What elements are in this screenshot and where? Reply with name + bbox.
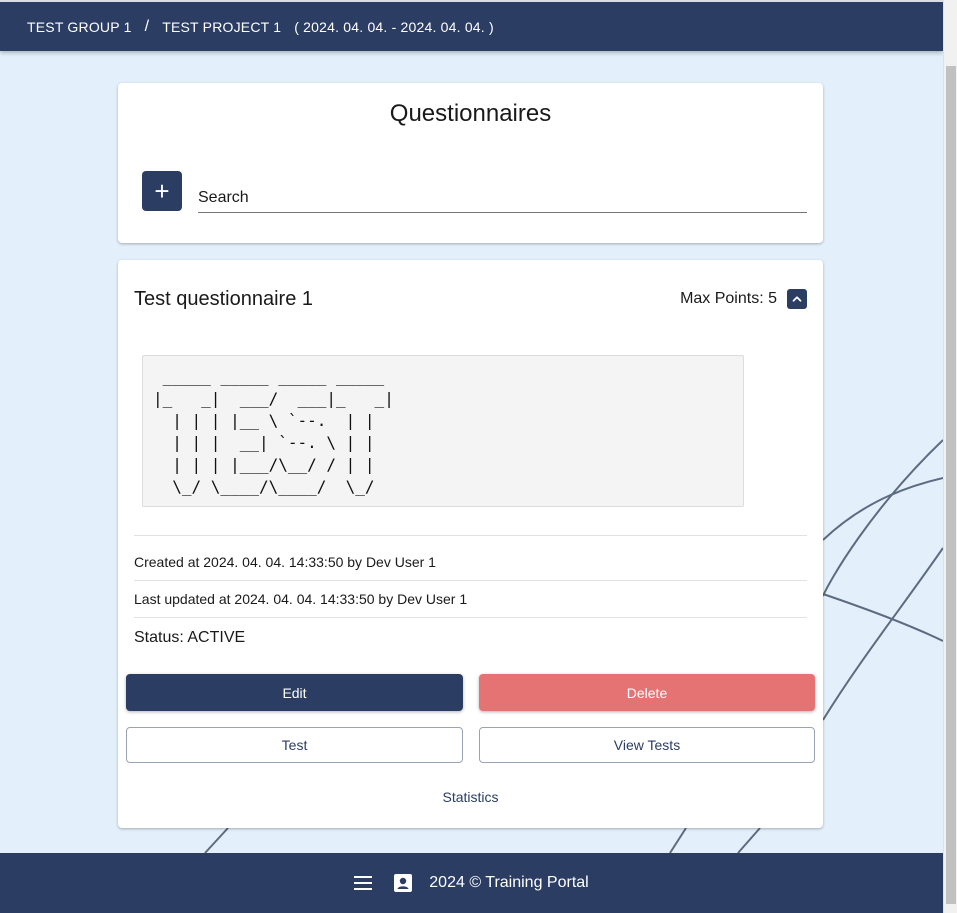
- page-scrollbar[interactable]: [943, 0, 957, 913]
- questionnaire-card: Test questionnaire 1 Max Points: 5 _____…: [118, 260, 823, 828]
- add-questionnaire-button[interactable]: +: [142, 171, 182, 211]
- divider: [134, 580, 807, 581]
- questionnaires-search-card: Questionnaires +: [118, 83, 823, 243]
- collapse-button[interactable]: [787, 289, 807, 309]
- menu-icon[interactable]: [354, 876, 373, 890]
- updated-info: Last updated at 2024. 04. 04. 14:33:50 b…: [134, 591, 468, 607]
- delete-button[interactable]: Delete: [479, 674, 815, 711]
- footer-copyright: 2024 © Training Portal: [429, 874, 589, 891]
- search-input[interactable]: [198, 183, 807, 213]
- scrollbar-thumb[interactable]: [946, 66, 956, 904]
- status-text: Status: ACTIVE: [134, 629, 246, 646]
- max-points: Max Points: 5: [680, 290, 777, 307]
- chevron-up-icon: [792, 296, 802, 302]
- edit-button[interactable]: Edit: [126, 674, 463, 711]
- created-info: Created at 2024. 04. 04. 14:33:50 by Dev…: [134, 554, 436, 570]
- page-title: Questionnaires: [389, 100, 552, 127]
- contact-card-icon[interactable]: [393, 873, 413, 893]
- questionnaire-title: Test questionnaire 1: [134, 288, 314, 310]
- view-tests-button[interactable]: View Tests: [479, 727, 815, 763]
- divider: [134, 617, 807, 618]
- breadcrumb-project[interactable]: TEST PROJECT 1: [162, 19, 281, 35]
- breadcrumb-group[interactable]: TEST GROUP 1: [27, 19, 132, 35]
- divider: [134, 535, 807, 536]
- plus-icon: +: [154, 176, 170, 206]
- top-navigation-bar: TEST GROUP 1 / TEST PROJECT 1 ( 2024. 04…: [0, 0, 943, 51]
- statistics-link[interactable]: Statistics: [118, 789, 823, 805]
- project-dates: ( 2024. 04. 04. - 2024. 04. 04. ): [294, 18, 494, 35]
- test-button[interactable]: Test: [126, 727, 463, 763]
- footer: 2024 © Training Portal: [0, 853, 943, 913]
- questionnaire-description: _____ _____ _____ _____ |_ _| ___/ ___|_…: [142, 355, 744, 507]
- breadcrumb-separator: /: [144, 17, 150, 35]
